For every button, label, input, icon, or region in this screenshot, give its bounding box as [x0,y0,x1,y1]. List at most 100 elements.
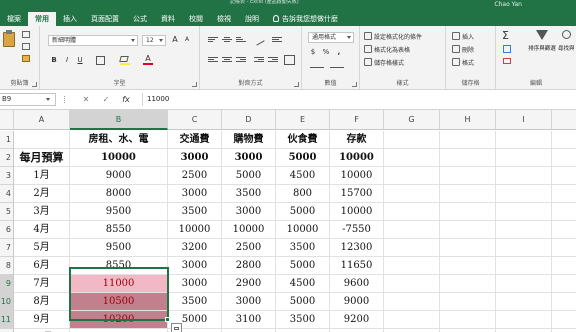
cell[interactable]: 10000 [276,221,330,239]
comma-button[interactable]: , [334,47,344,57]
cancel-button[interactable]: ✕ [80,93,92,106]
cell[interactable] [552,185,576,203]
cell[interactable]: 3000 [168,257,222,275]
cell[interactable]: 10000 [330,167,384,185]
cell[interactable] [384,167,440,185]
tab-review[interactable]: 校閱 [182,12,210,26]
cell[interactable]: 9000 [70,167,168,185]
percent-button[interactable]: % [321,47,331,57]
row-header[interactable]: 2 [0,149,14,167]
cell[interactable] [384,293,440,311]
spreadsheet-grid[interactable]: A B C D E F G H I 1 房租、水、電 交通費 購物費 伙食費 存款 2 每月預… [0,110,576,332]
cell[interactable]: 3500 [168,293,222,311]
column-header-h[interactable]: H [440,110,496,130]
cell[interactable]: 10200 [70,311,168,329]
cell[interactable]: 2900 [222,275,276,293]
font-name-dropdown[interactable]: 新細明體 [48,35,138,46]
cell[interactable] [440,167,496,185]
bold-button[interactable]: B [49,55,59,65]
clipboard-launcher-icon[interactable] [32,82,37,87]
conditional-formatting-button[interactable]: 設定格式化的條件 [364,31,422,41]
tab-view[interactable]: 檢視 [210,12,238,26]
row-header[interactable]: 6 [0,221,14,239]
cell[interactable] [496,257,552,275]
cell[interactable] [552,275,576,293]
row-header[interactable]: 5 [0,203,14,221]
cell[interactable]: 10000 [70,149,168,167]
cell[interactable]: 8000 [70,185,168,203]
cell[interactable] [496,293,552,311]
column-header-i[interactable]: I [496,110,552,130]
cell[interactable]: 9200 [330,311,384,329]
copy-icon[interactable] [22,43,30,50]
column-header-a[interactable]: A [14,110,70,130]
tab-formulas[interactable]: 公式 [126,12,154,26]
column-header-g[interactable]: G [384,110,440,130]
cell[interactable]: 5000 [276,203,330,221]
cell[interactable]: 房租、水、電 [70,131,168,149]
cell[interactable]: 11000 [70,275,168,293]
decrease-decimal-icon[interactable] [330,61,344,68]
column-header-d[interactable]: D [222,110,276,130]
grow-font-button[interactable]: A [170,35,180,45]
shrink-font-button[interactable]: A [182,35,192,45]
wrap-text-icon[interactable] [272,36,282,44]
cell[interactable]: 5月 [14,239,70,257]
fill-color-button[interactable] [119,56,130,65]
cell[interactable] [496,275,552,293]
cell[interactable] [440,185,496,203]
alignment-launcher-icon[interactable] [294,82,299,87]
fill-icon[interactable] [503,45,511,53]
cell[interactable]: 3500 [168,203,222,221]
cell[interactable] [440,257,496,275]
user-name[interactable]: Chao Yan [494,1,522,8]
cell[interactable] [440,311,496,329]
cell[interactable] [384,131,440,149]
cell[interactable]: 3000 [222,293,276,311]
cell[interactable] [384,311,440,329]
quick-analysis-button[interactable] [171,323,182,332]
cell[interactable]: 3000 [222,149,276,167]
cell[interactable]: 9月 [14,311,70,329]
cell[interactable] [384,221,440,239]
cell[interactable]: 3100 [222,311,276,329]
tab-page-layout[interactable]: 頁面配置 [84,12,126,26]
cell[interactable] [384,239,440,257]
cell[interactable] [496,167,552,185]
tab-insert[interactable]: 插入 [56,12,84,26]
format-as-table-button[interactable]: 格式化為表格 [364,44,410,54]
cell[interactable]: 4500 [276,275,330,293]
cell[interactable]: 2月 [14,185,70,203]
cell[interactable]: 3000 [168,275,222,293]
align-middle-icon[interactable] [222,36,232,44]
cell[interactable]: 5000 [276,149,330,167]
cell[interactable]: 4月 [14,221,70,239]
delete-cells-button[interactable]: 刪除 [452,44,474,54]
cell[interactable] [552,221,576,239]
cell[interactable]: 10500 [70,293,168,311]
borders-icon[interactable] [96,56,105,65]
cell[interactable] [440,239,496,257]
cell[interactable]: 3500 [222,185,276,203]
cell[interactable]: 8月 [14,293,70,311]
format-painter-icon[interactable] [22,55,30,62]
cell[interactable]: 9500 [70,239,168,257]
cell[interactable]: 8550 [70,221,168,239]
cell[interactable] [496,239,552,257]
cell[interactable] [552,293,576,311]
cell[interactable] [384,275,440,293]
chevron-down-icon[interactable] [46,98,50,101]
cell[interactable] [552,311,576,329]
cell[interactable]: 5000 [276,293,330,311]
row-header[interactable]: 4 [0,185,14,203]
cell[interactable]: 伙食費 [276,131,330,149]
cell[interactable] [440,131,496,149]
cell[interactable]: 購物費 [222,131,276,149]
cell[interactable] [384,203,440,221]
enter-button[interactable]: ✓ [100,93,112,106]
cell[interactable]: 8550 [70,257,168,275]
select-all-corner[interactable] [0,110,14,130]
insert-function-button[interactable]: fx [120,93,132,106]
align-center-icon[interactable] [222,56,232,64]
row-header[interactable]: 8 [0,257,14,275]
